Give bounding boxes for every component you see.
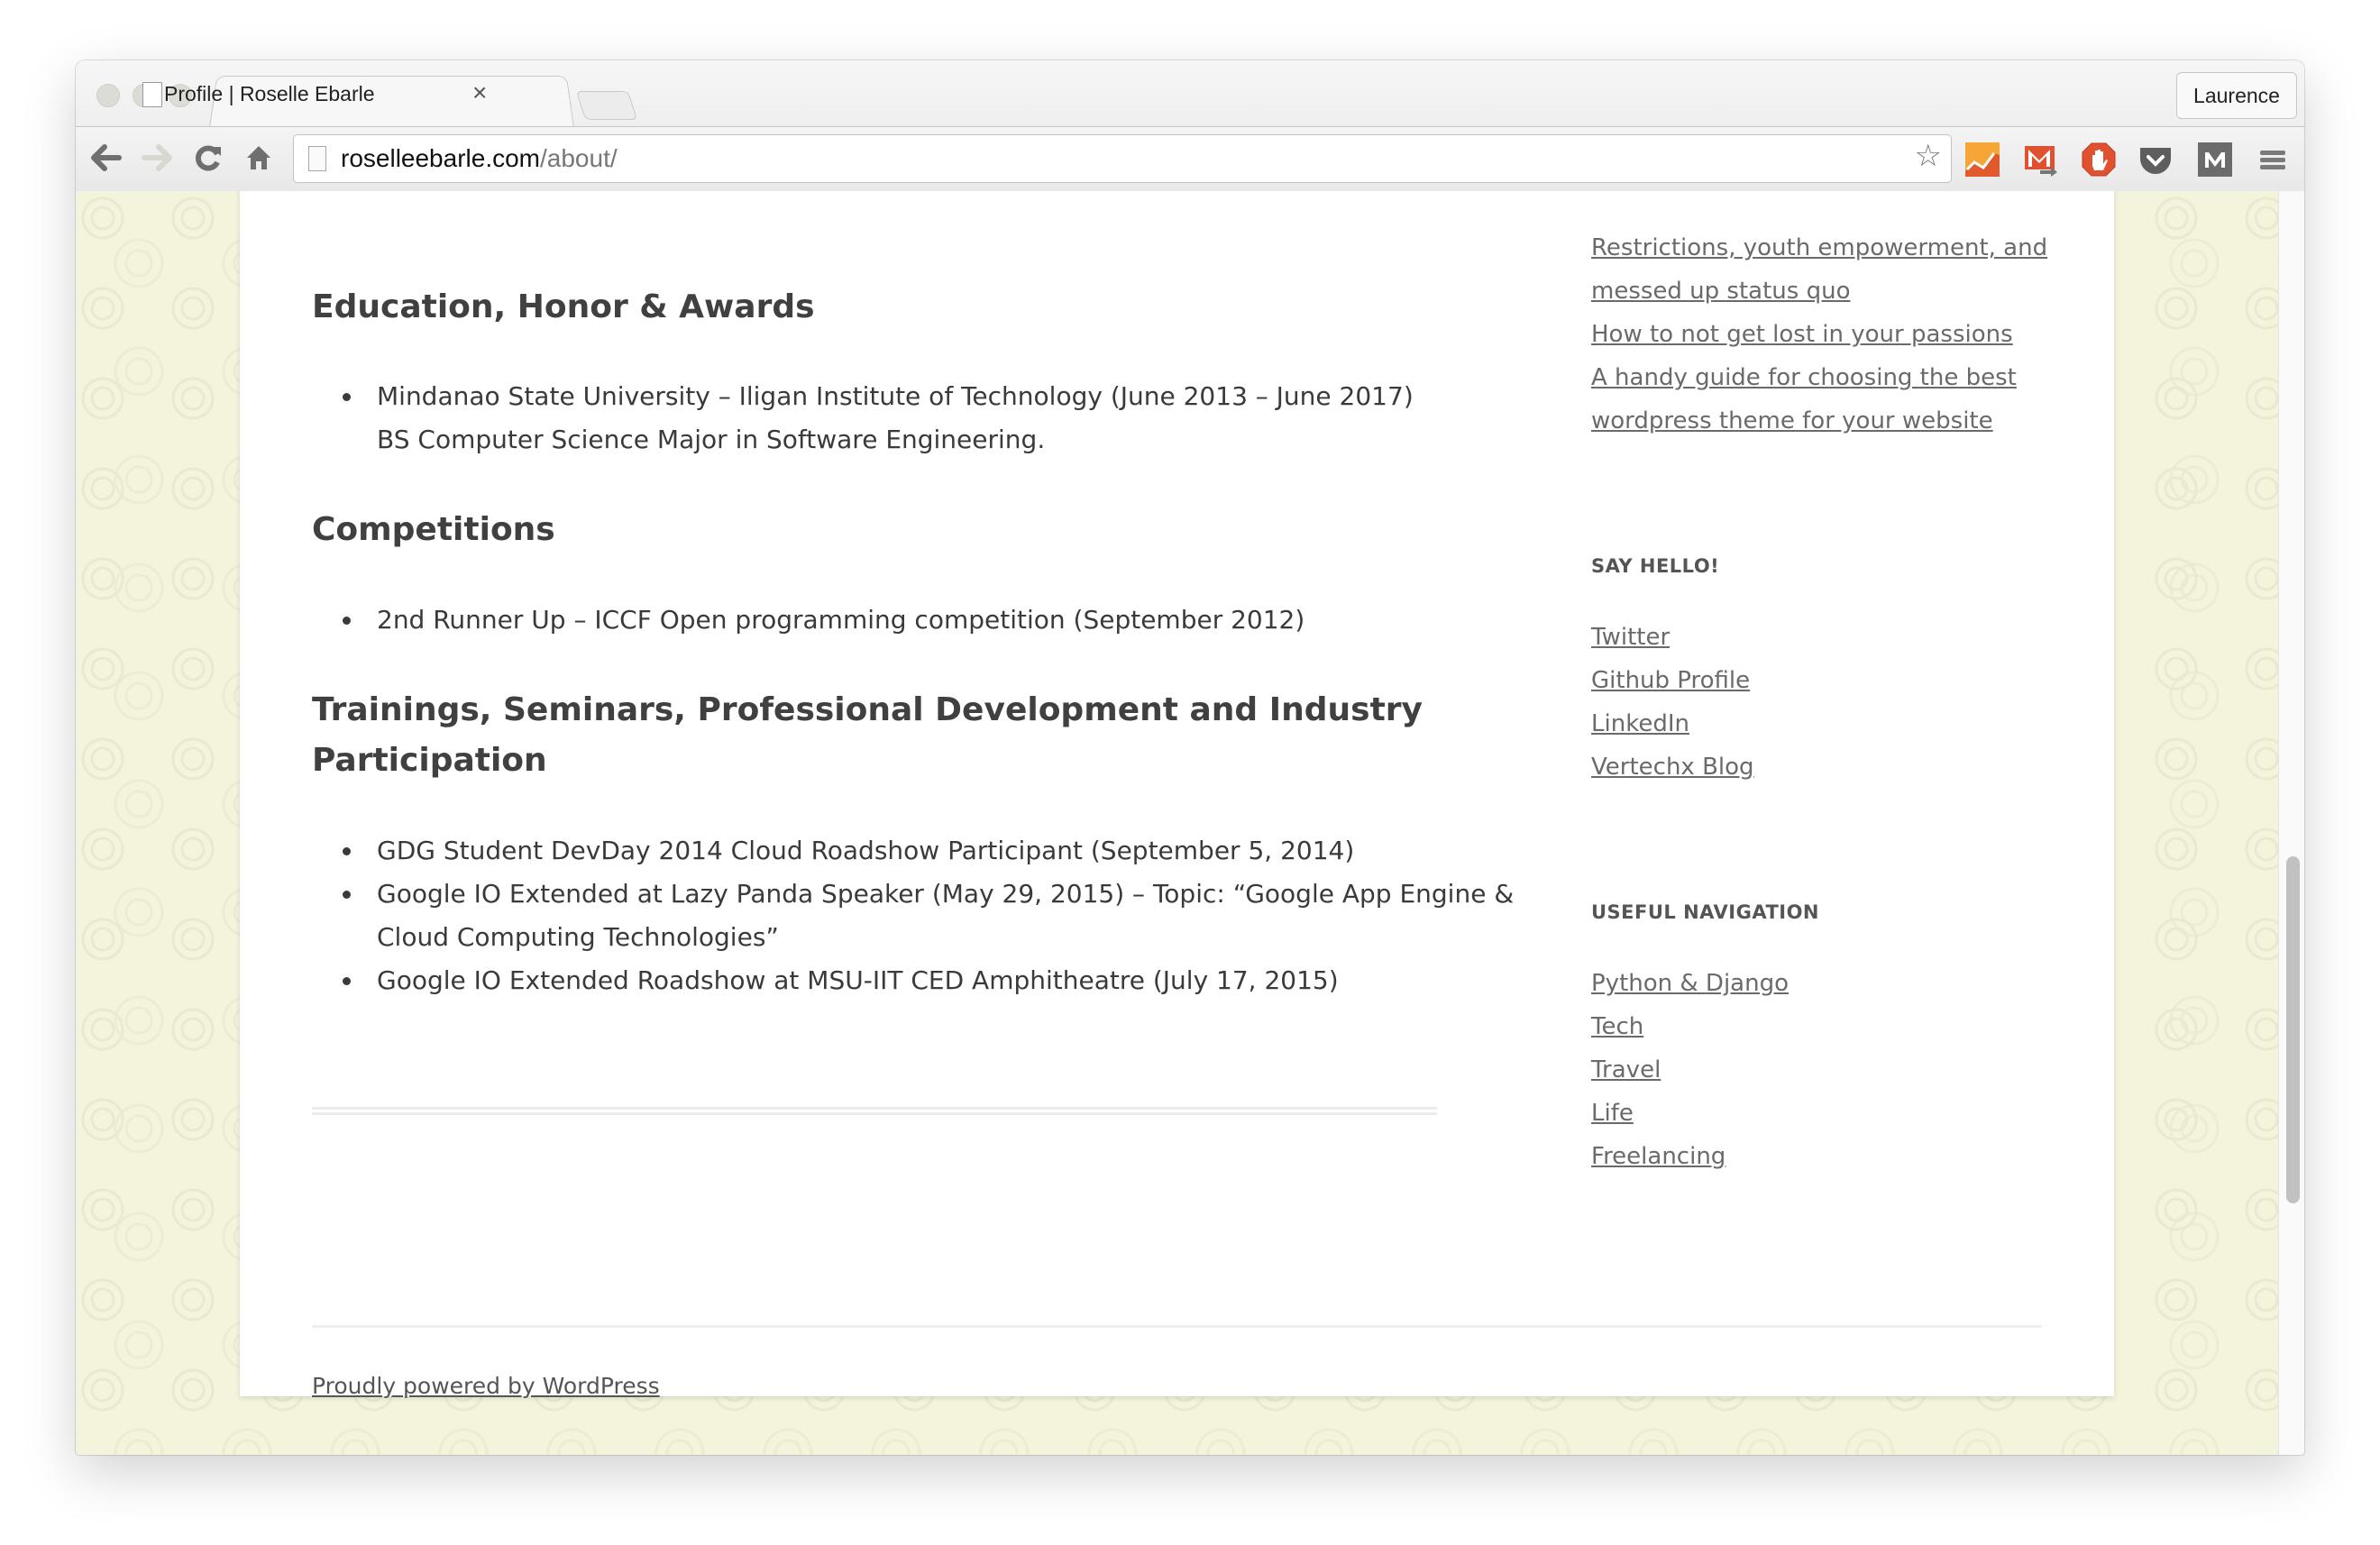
close-window-button[interactable] xyxy=(96,84,120,107)
tab-close-icon[interactable]: × xyxy=(472,78,487,107)
footer-divider xyxy=(312,1325,2042,1328)
link-linkedin[interactable]: LinkedIn xyxy=(1591,702,1689,745)
vertical-scrollbar[interactable] xyxy=(2278,191,2304,1455)
forward-arrow-icon xyxy=(142,144,172,171)
bullet-icon xyxy=(343,977,351,985)
nav-link-tech[interactable]: Tech xyxy=(1591,1005,1643,1048)
page-favicon-icon xyxy=(142,82,162,107)
heading-trainings-line2: Participation xyxy=(312,742,547,779)
nav-link-freelancing[interactable]: Freelancing xyxy=(1591,1135,1726,1178)
toolbar: roselleebarle.com/about/ ☆ xyxy=(76,126,2304,192)
footer-credit-link[interactable]: Proudly powered by WordPress xyxy=(312,1373,660,1399)
list-item: Google IO Extended at Lazy Panda Speaker… xyxy=(343,873,1514,916)
widget-title-useful-navigation: USEFUL NAVIGATION xyxy=(1591,901,1820,923)
entry-divider xyxy=(312,1107,1437,1115)
reload-icon xyxy=(195,145,221,171)
heading-competitions: Competitions xyxy=(312,511,555,548)
nav-link-travel[interactable]: Travel xyxy=(1591,1048,1661,1092)
bookmark-star-icon[interactable]: ☆ xyxy=(1915,141,1942,171)
back-arrow-icon xyxy=(91,144,122,171)
nav-link-python-django[interactable]: Python & Django xyxy=(1591,962,1789,1005)
page-viewport: Education, Honor & Awards Mindanao State… xyxy=(76,191,2278,1455)
bullet-icon xyxy=(343,891,351,899)
bullet-icon xyxy=(343,393,351,401)
bullet-icon xyxy=(343,847,351,855)
url-path: /about/ xyxy=(540,144,618,172)
home-icon xyxy=(247,146,270,169)
reload-button[interactable] xyxy=(190,140,226,176)
chrome-menu-icon[interactable] xyxy=(2256,142,2290,177)
recent-post-link-cont[interactable]: messed up status quo xyxy=(1591,270,1850,313)
adblock-icon[interactable] xyxy=(2082,142,2116,177)
heading-trainings: Trainings, Seminars, Professional Develo… xyxy=(312,691,1423,728)
page-icon xyxy=(308,146,326,171)
link-vertechx-blog[interactable]: Vertechx Blog xyxy=(1591,745,1754,789)
heading-education: Education, Honor & Awards xyxy=(312,288,815,325)
link-twitter[interactable]: Twitter xyxy=(1591,616,1670,659)
home-button[interactable] xyxy=(241,140,277,176)
new-tab-button[interactable] xyxy=(575,91,638,120)
bullet-icon xyxy=(343,617,351,625)
widget-title-say-hello: SAY HELLO! xyxy=(1591,555,1720,577)
list-item: 2nd Runner Up – ICCF Open programming co… xyxy=(343,599,1304,642)
browser-window: Profile | Roselle Ebarle × Laurence rose… xyxy=(76,60,2304,1455)
link-github[interactable]: Github Profile xyxy=(1591,659,1750,702)
list-item: GDG Student DevDay 2014 Cloud Roadshow P… xyxy=(343,829,1354,873)
tab-title: Profile | Roselle Ebarle xyxy=(164,82,375,105)
google-analytics-icon[interactable] xyxy=(1965,142,2000,177)
tab-strip: Profile | Roselle Ebarle × Laurence xyxy=(76,60,2304,128)
gmail-checker-icon[interactable] xyxy=(2024,142,2058,177)
list-item-continuation: BS Computer Science Major in Software En… xyxy=(377,425,1046,454)
recent-post-link-cont[interactable]: wordpress theme for your website xyxy=(1591,399,1993,443)
address-bar[interactable]: roselleebarle.com/about/ ☆ xyxy=(293,134,1952,183)
list-item: Google IO Extended Roadshow at MSU-IIT C… xyxy=(343,959,1339,1002)
list-item: Mindanao State University – Iligan Insti… xyxy=(343,375,1414,418)
forward-button[interactable] xyxy=(139,140,175,176)
profile-button[interactable]: Laurence xyxy=(2176,72,2297,119)
pocket-icon[interactable] xyxy=(2138,142,2173,177)
medium-icon[interactable] xyxy=(2198,142,2232,177)
recent-post-link[interactable]: Restrictions, youth empowerment, and xyxy=(1591,226,2047,270)
tab-profile[interactable]: Profile | Roselle Ebarle × xyxy=(142,73,572,127)
content-card: Education, Honor & Awards Mindanao State… xyxy=(240,191,2114,1399)
nav-link-life[interactable]: Life xyxy=(1591,1092,1634,1135)
url-domain: roselleebarle.com xyxy=(341,144,540,172)
back-button[interactable] xyxy=(88,140,124,176)
list-item-continuation: Cloud Computing Technologies” xyxy=(377,922,779,952)
recent-post-link[interactable]: How to not get lost in your passions xyxy=(1591,313,2013,356)
recent-post-link[interactable]: A handy guide for choosing the best xyxy=(1591,356,2017,399)
url-text[interactable]: roselleebarle.com/about/ xyxy=(341,144,618,173)
scrollbar-thumb[interactable] xyxy=(2286,856,2300,1203)
